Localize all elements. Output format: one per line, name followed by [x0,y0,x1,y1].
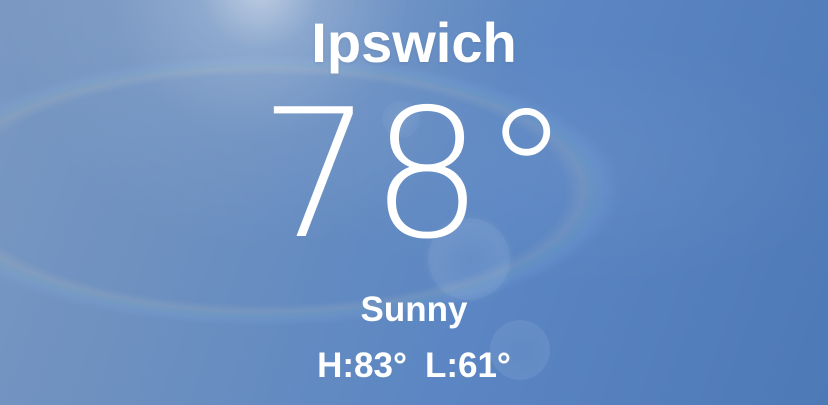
high-temperature: H:83° [317,346,407,385]
weather-condition: Sunny [360,290,468,329]
low-temperature: L:61° [424,346,511,385]
high-low-temperatures: H:83° L:61° [0,343,828,389]
city-name: Ipswich [311,11,517,74]
current-temperature: 78° [259,71,571,278]
current-weather-header: Ipswich 78° Sunny H:83° L:61° [0,0,828,405]
